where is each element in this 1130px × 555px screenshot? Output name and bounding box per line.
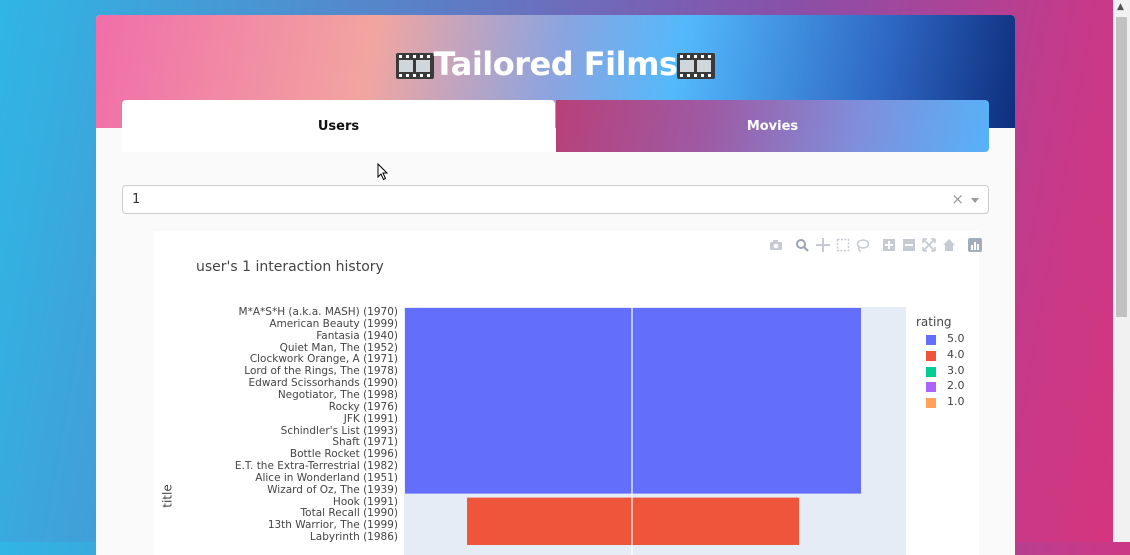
legend-swatch	[926, 366, 936, 377]
zoom-out-icon[interactable]	[902, 238, 916, 252]
user-select-value: 1	[132, 192, 141, 207]
legend-item[interactable]: 2.0	[916, 379, 965, 395]
y-tick-label: American Beauty (1999)	[269, 317, 398, 330]
y-tick-label: Negotiator, The (1998)	[277, 388, 398, 401]
tab-users[interactable]: Users	[122, 100, 555, 152]
y-tick-label: Total Recall (1990)	[300, 507, 398, 520]
mouse-cursor-icon	[377, 163, 389, 181]
legend-swatch	[926, 350, 936, 361]
scroll-up-icon[interactable]: ▲	[1117, 2, 1124, 12]
y-tick-label: Rocky (1976)	[328, 400, 398, 413]
tab-users-label: Users	[317, 118, 360, 134]
tab-movies[interactable]: Movies	[556, 100, 989, 152]
chevron-down-icon[interactable]	[971, 198, 979, 203]
y-axis-title: title	[160, 484, 175, 508]
app-title-text: Tailored Films	[433, 45, 678, 83]
scrollbar-thumb[interactable]	[1116, 17, 1127, 317]
film-frames-icon	[395, 53, 434, 79]
clear-icon[interactable]: ×	[951, 190, 964, 208]
legend-swatch	[926, 382, 936, 393]
legend-label: 3.0	[947, 363, 965, 377]
y-tick-label: Edward Scissorhands (1990)	[248, 377, 398, 390]
film-frames-icon	[677, 53, 716, 79]
zoom-icon[interactable]	[795, 238, 809, 252]
plotly-logo-icon[interactable]	[968, 238, 982, 252]
bars-layer	[405, 307, 861, 555]
legend-swatch	[926, 335, 936, 345]
legend-item[interactable]: 1.0	[916, 395, 965, 411]
legend-label: 2.0	[947, 379, 965, 393]
bar-rating-5[interactable]	[405, 308, 861, 494]
lasso-icon[interactable]	[856, 238, 870, 252]
autoscale-icon[interactable]	[922, 238, 936, 252]
legend-label: 1.0	[947, 395, 965, 409]
y-tick-label: Bottle Rocket (1996)	[289, 448, 398, 461]
y-tick-label: Lord of the Rings, The (1978)	[244, 365, 398, 378]
legend-label: 5.0	[947, 332, 965, 345]
y-tick-label: Labyrinth (1986)	[309, 531, 398, 544]
y-tick-label: Shaft (1971)	[332, 436, 398, 449]
legend-item[interactable]: 4.0	[916, 348, 965, 364]
y-tick-label: M*A*S*H (a.k.a. MASH) (1970)	[238, 306, 398, 318]
y-tick-label: Schindler's List (1993)	[280, 424, 398, 437]
legend-title: rating	[916, 315, 952, 329]
y-tick-label: Clockwork Orange, A (1971)	[249, 353, 398, 366]
y-tick-label: E.T. the Extra-Terrestrial (1982)	[234, 460, 398, 473]
y-tick-label: Alice in Wonderland (1951)	[255, 471, 398, 484]
box-select-icon[interactable]	[836, 238, 850, 252]
y-tick-label: Quiet Man, The (1952)	[279, 341, 398, 354]
legend-swatch	[926, 398, 936, 409]
reset-axes-icon[interactable]	[942, 238, 956, 252]
interaction-history-chart: user's 1 interaction history title M*A*S…	[154, 231, 982, 555]
legend-item[interactable]: 3.0	[916, 364, 965, 380]
camera-icon[interactable]	[769, 238, 783, 252]
app-container: Tailored Films Users Movies 1 × user's 1…	[96, 15, 1015, 555]
tab-movies-label: Movies	[746, 118, 799, 134]
tab-bar: Users Movies	[122, 100, 989, 152]
pan-icon[interactable]	[816, 238, 830, 252]
legend: rating 5.0 4.0 3.0 2.0 1.0	[916, 315, 965, 411]
page-scrollbar[interactable]: ▲	[1113, 0, 1130, 542]
user-select-dropdown[interactable]: 1 ×	[122, 185, 989, 214]
legend-label: 4.0	[947, 347, 965, 361]
y-tick-label: Hook (1991)	[332, 495, 398, 508]
chart-title: user's 1 interaction history	[196, 259, 384, 275]
y-tick-label: JFK (1991)	[343, 412, 398, 425]
bar-rating-4[interactable]	[467, 497, 799, 545]
legend-item[interactable]: 5.0	[916, 332, 965, 348]
y-tick-label: Fantasia (1940)	[316, 329, 398, 342]
y-tick-label: Wizard of Oz, The (1939)	[267, 483, 398, 496]
y-tick-label: 13th Warrior, The (1999)	[267, 519, 398, 532]
app-title: Tailored Films	[96, 45, 1015, 83]
zoom-in-icon[interactable]	[882, 238, 896, 252]
plot-area[interactable]	[404, 307, 906, 555]
